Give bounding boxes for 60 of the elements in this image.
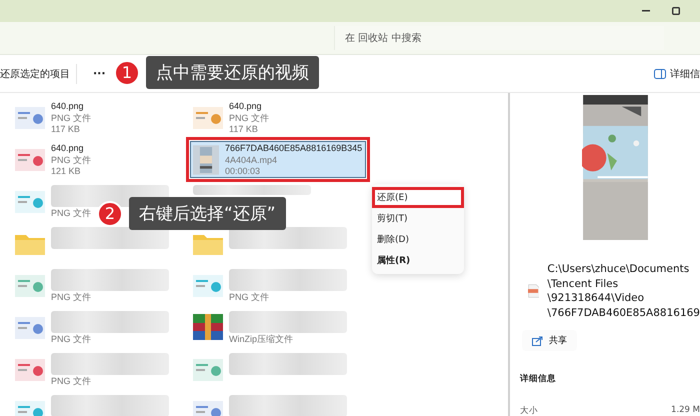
image-thumbnail-icon bbox=[193, 275, 223, 297]
file-info: PNG 文件 bbox=[51, 112, 92, 124]
folder-icon bbox=[15, 233, 45, 255]
panel-icon bbox=[654, 68, 666, 78]
file-info: 00:00:03 bbox=[225, 166, 260, 178]
image-thumbnail-icon bbox=[15, 359, 45, 381]
file-item[interactable]: PNG 文件 bbox=[12, 309, 188, 346]
file-info: PNG 文件 bbox=[229, 292, 270, 304]
file-item[interactable]: 640.png PNG 文件 117 KB bbox=[190, 99, 366, 136]
file-item[interactable]: PNG 文件 bbox=[12, 351, 188, 388]
image-thumbnail-icon bbox=[15, 275, 45, 297]
file-info: WinZip压缩文件 bbox=[229, 334, 294, 346]
restore-selected-button[interactable]: 还原选定的项目 bbox=[0, 62, 70, 84]
file-info: 766F7DAB460E85A8816169B345 bbox=[225, 143, 362, 154]
menu-item[interactable]: 属性(R) bbox=[372, 250, 464, 271]
file-info: 4A404A.mp4 bbox=[225, 154, 278, 166]
file-info: PNG 文件 bbox=[51, 334, 92, 346]
file-item[interactable]: WinZip压缩文件 bbox=[190, 309, 366, 346]
image-thumbnail-icon bbox=[15, 149, 45, 171]
file-item[interactable]: PNG 文件 bbox=[190, 267, 366, 304]
file-info: 117 KB bbox=[51, 124, 80, 136]
file-info: PNG 文件 bbox=[229, 112, 270, 124]
image-thumbnail-icon bbox=[193, 359, 223, 381]
file-item[interactable]: PNG 文件 bbox=[12, 267, 188, 304]
folder-icon bbox=[193, 233, 223, 255]
file-item[interactable]: 640.png PNG 文件 117 KB bbox=[12, 99, 188, 136]
menu-item[interactable]: 剪切(T) bbox=[372, 208, 464, 229]
share-icon bbox=[532, 336, 543, 346]
menu-item[interactable]: 还原(E) bbox=[372, 187, 464, 208]
file-path: \Tencent Files bbox=[547, 276, 620, 291]
callout-tooltip: 右键后选择“还原” bbox=[129, 197, 286, 230]
file-info: PNG 文件 bbox=[51, 208, 92, 220]
section-heading: 详细信息 bbox=[520, 373, 557, 385]
size-value: 1.29 M bbox=[671, 405, 700, 416]
image-thumbnail-icon bbox=[193, 107, 223, 129]
more-button[interactable]: ··· bbox=[93, 63, 106, 84]
size-label: 大小 bbox=[520, 405, 538, 416]
file-info: PNG 文件 bbox=[51, 154, 92, 166]
file-info: 121 KB bbox=[51, 166, 81, 178]
selected-file-item[interactable]: 766F7DAB460E85A8816169B345 4A404A.mp4 00:00:03 bbox=[190, 141, 366, 178]
file-info: PNG 文件 bbox=[51, 292, 92, 304]
archive-icon bbox=[193, 314, 223, 340]
file-path: \921318644\Video bbox=[547, 291, 646, 306]
menu-item[interactable]: 删除(D) bbox=[372, 229, 464, 250]
image-thumbnail-icon bbox=[15, 191, 45, 213]
callout-tooltip: 点中需要还原的视频 bbox=[146, 56, 319, 89]
minimize-icon[interactable] bbox=[642, 10, 650, 12]
file-info: 640.png bbox=[229, 101, 262, 112]
file-path: \766F7DAB460E85A8816169 bbox=[547, 306, 700, 320]
file-path: C:\Users\zhuce\Documents bbox=[547, 262, 690, 276]
share-button[interactable]: 共享 bbox=[522, 330, 577, 351]
file-info: 640.png bbox=[51, 143, 84, 154]
maximize-icon[interactable] bbox=[672, 7, 680, 15]
file-item[interactable]: 640.png PNG 文件 121 KB bbox=[12, 141, 188, 178]
image-thumbnail-icon bbox=[15, 317, 45, 339]
file-info: 117 KB bbox=[229, 124, 258, 136]
file-info: 640.png bbox=[51, 101, 84, 112]
details-button[interactable]: 详细信 bbox=[654, 62, 700, 84]
file-info: PNG 文件 bbox=[51, 376, 92, 388]
image-thumbnail-icon bbox=[15, 107, 45, 129]
